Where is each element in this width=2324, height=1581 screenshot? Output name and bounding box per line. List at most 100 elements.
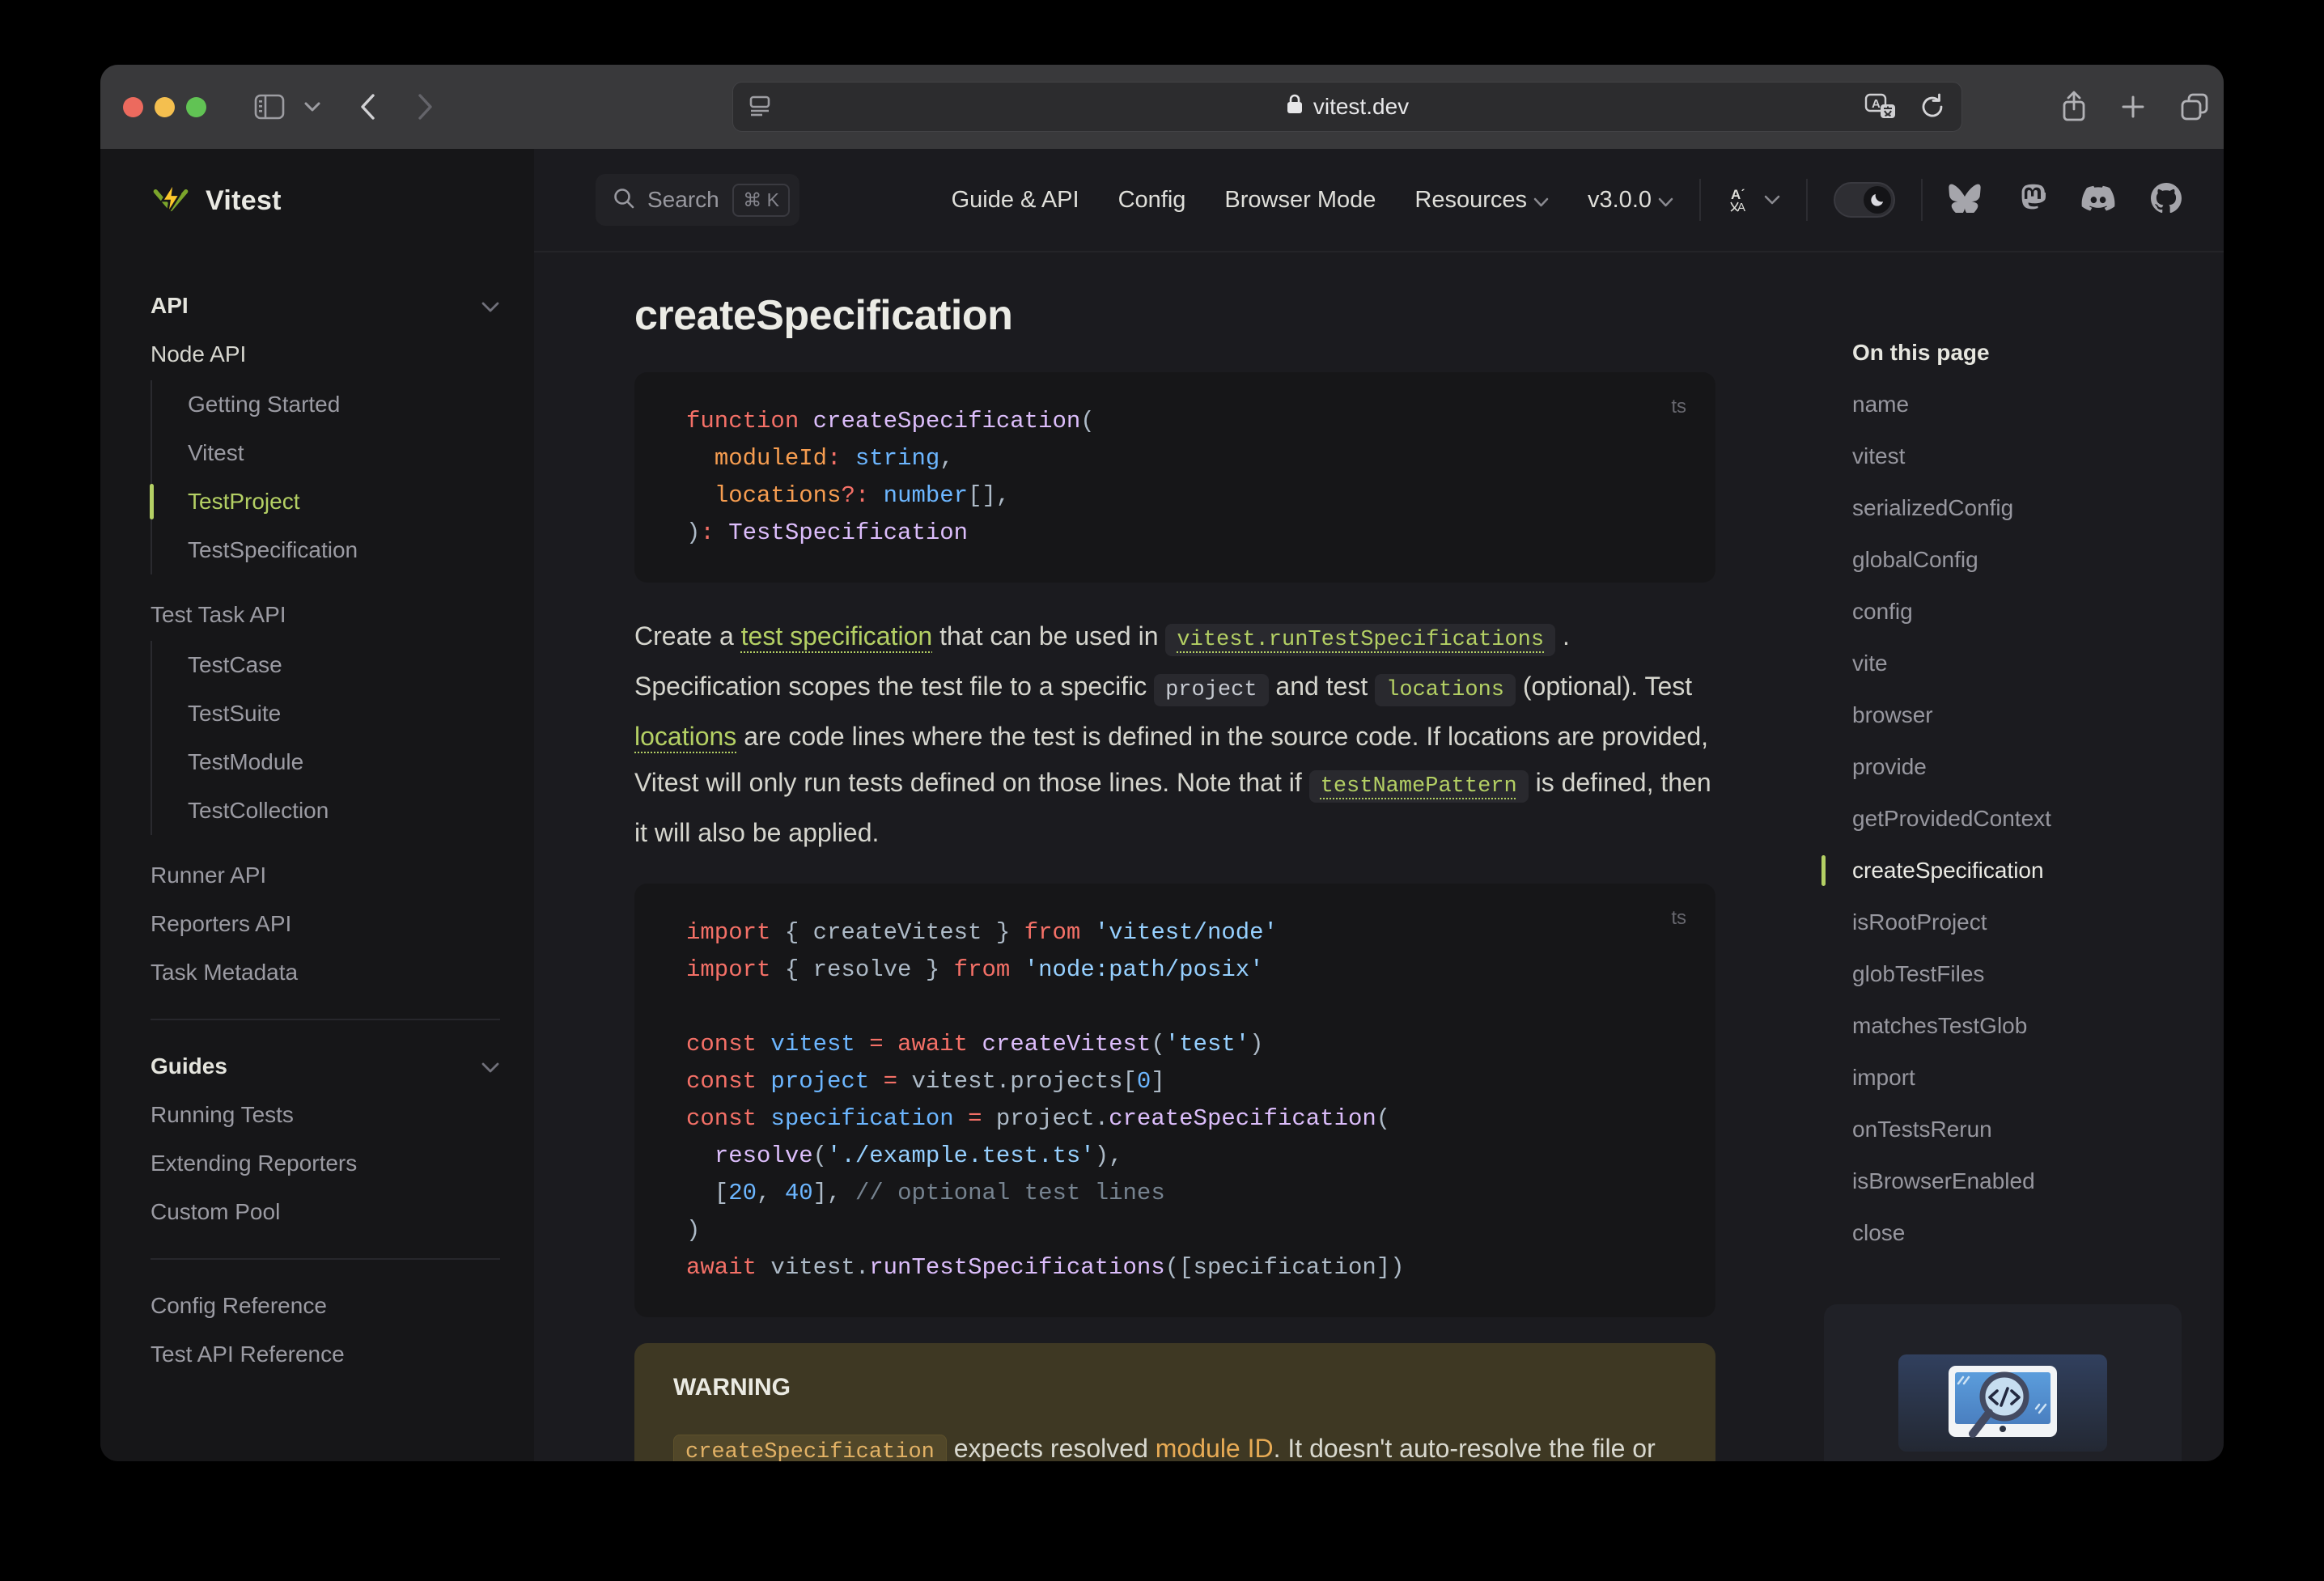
outline-item-vitest[interactable]: vitest: [1852, 430, 2195, 482]
bluesky-icon[interactable]: [1949, 184, 1981, 217]
code-line: const specification = project.createSpec…: [686, 1105, 1391, 1132]
back-button[interactable]: [358, 92, 376, 121]
outline-item-ontestsrerun[interactable]: onTestsRerun: [1852, 1104, 2195, 1155]
address-bar[interactable]: vitest.dev A: [732, 82, 1962, 132]
window-controls: [123, 96, 206, 117]
outline-item-name[interactable]: name: [1852, 379, 2195, 430]
outline-item-createspecification[interactable]: createSpecification: [1821, 845, 2195, 896]
sidebar-toggle-icon[interactable]: [253, 93, 286, 121]
outline-item-close[interactable]: close: [1852, 1207, 2195, 1259]
sidebar-item-getting-started[interactable]: Getting Started: [188, 380, 500, 429]
outline-title: On this page: [1852, 340, 1990, 365]
ad-banner-image: [1898, 1354, 2107, 1457]
github-icon[interactable]: [2151, 182, 2182, 218]
navbar-divider: [1806, 179, 1808, 221]
outline-item-globtestfiles[interactable]: globTestFiles: [1852, 948, 2195, 1000]
outline-item-import[interactable]: import: [1852, 1052, 2195, 1104]
code-line: locations?: number[],: [714, 482, 1011, 509]
tab-overview-icon[interactable]: [2178, 91, 2211, 123]
sidebar-item-testspecification[interactable]: TestSpecification: [188, 526, 500, 574]
browser-window: vitest.dev A Vitest API Node API Getting…: [100, 65, 2224, 1461]
close-window-button[interactable]: [123, 96, 143, 117]
sidebar-item-test-api-reference[interactable]: Test API Reference: [151, 1330, 500, 1379]
page-title: createSpecification: [634, 292, 1013, 339]
text-run: and test: [1268, 672, 1376, 701]
nav-dropdown-label: v3.0.0: [1588, 186, 1652, 213]
nav-links: Guide & API Config Browser Mode Resources v3…: [952, 187, 1673, 214]
outline-item-vite[interactable]: vite: [1852, 638, 2195, 689]
nav-dropdown-v3-0-0[interactable]: v3.0.0: [1588, 187, 1673, 214]
navbar-divider: [1921, 179, 1923, 221]
sidebar-item-node-api[interactable]: Node API: [151, 330, 500, 379]
sidebar-nav: API Node API Getting Started Vitest TestProj…: [100, 252, 534, 1379]
outline-item-config[interactable]: config: [1852, 586, 2195, 638]
navbar-divider: [1699, 179, 1701, 221]
nav-link-guide-api[interactable]: Guide & API: [952, 187, 1079, 214]
sidebar-item-vitest[interactable]: Vitest: [188, 429, 500, 477]
sidebar-item-testsuite[interactable]: TestSuite: [188, 689, 500, 738]
forward-button[interactable]: [417, 92, 435, 121]
inline-link[interactable]: module ID: [1156, 1434, 1274, 1461]
sidebar-item-reporters-api[interactable]: Reporters API: [151, 900, 500, 948]
reload-icon[interactable]: [1919, 93, 1945, 121]
nav-dropdown-resources[interactable]: Resources: [1414, 187, 1549, 214]
sidebar-item-config-reference[interactable]: Config Reference: [151, 1282, 500, 1330]
search-button[interactable]: Search ⌘ K: [596, 174, 799, 226]
sidebar-item-test-task-api[interactable]: Test Task API: [151, 591, 500, 639]
chevron-down-icon: [481, 293, 500, 319]
sidebar-item-runner-api[interactable]: Runner API: [151, 851, 500, 900]
outline: On this page name vitest serializedConfig g…: [1821, 252, 2195, 1461]
outline-item-provide[interactable]: provide: [1852, 741, 2195, 793]
brand[interactable]: Vitest: [100, 149, 534, 252]
code-line: import { resolve } from 'node:path/posix…: [686, 956, 1264, 983]
nav-link-config[interactable]: Config: [1118, 187, 1186, 214]
sidebar-section-guides[interactable]: Guides: [151, 1042, 500, 1091]
mastodon-icon[interactable]: [2017, 183, 2046, 218]
inline-link[interactable]: test specification: [741, 621, 933, 651]
browser-toolbar: vitest.dev A: [100, 65, 2224, 149]
inline-code: createSpecification: [673, 1435, 947, 1461]
ad-card[interactable]: [1824, 1304, 2182, 1461]
minimize-window-button[interactable]: [155, 96, 175, 117]
search-label: Search: [647, 187, 719, 212]
share-icon[interactable]: [2060, 90, 2088, 124]
translate-icon[interactable]: A: [1864, 92, 1897, 121]
sidebar-item-task-metadata[interactable]: Task Metadata: [151, 948, 500, 997]
sidebar-menu-chevron-icon[interactable]: [303, 101, 321, 112]
code-line: const vitest = await createVitest('test'…: [686, 1031, 1264, 1058]
reader-mode-icon[interactable]: [748, 94, 774, 118]
sidebar-item-extending-reporters[interactable]: Extending Reporters: [151, 1139, 500, 1188]
discord-icon[interactable]: [2081, 184, 2115, 216]
language-menu[interactable]: Aˊ A: [1727, 184, 1780, 215]
outline-item-matchestestglob[interactable]: matchesTestGlob: [1852, 1000, 2195, 1052]
sidebar-section-label: Guides: [151, 1053, 227, 1079]
code-lang-badge: ts: [1671, 907, 1686, 929]
inline-link[interactable]: locations: [634, 722, 736, 751]
new-tab-icon[interactable]: [2118, 92, 2148, 121]
sidebar-item-custom-pool[interactable]: Custom Pool: [151, 1188, 500, 1236]
outline-item-isrootproject[interactable]: isRootProject: [1852, 896, 2195, 948]
outline-item-serializedconfig[interactable]: serializedConfig: [1852, 482, 2195, 534]
sidebar-item-testcollection[interactable]: TestCollection: [188, 786, 500, 835]
inline-code-link[interactable]: vitest.runTestSpecifications: [1165, 624, 1556, 656]
outline-item-isbrowserenabled[interactable]: isBrowserEnabled: [1852, 1155, 2195, 1207]
zoom-window-button[interactable]: [186, 96, 206, 117]
chevron-down-icon: [1533, 187, 1549, 214]
outline-item-globalconfig[interactable]: globalConfig: [1852, 534, 2195, 586]
site-navbar: Search ⌘ K Guide & API Config Browser Mode…: [534, 149, 2224, 252]
divider-line: [151, 1019, 500, 1020]
inline-code-link[interactable]: testNamePattern: [1308, 770, 1529, 803]
sidebar-item-testproject[interactable]: TestProject: [150, 477, 500, 526]
outline-item-browser[interactable]: browser: [1852, 689, 2195, 741]
sidebar-section-api[interactable]: API: [151, 282, 500, 330]
sidebar-item-testcase[interactable]: TestCase: [188, 641, 500, 689]
sidebar-item-running-tests[interactable]: Running Tests: [151, 1091, 500, 1139]
nav-link-browser-mode[interactable]: Browser Mode: [1224, 187, 1376, 214]
code-line: resolve('./example.test.ts'),: [714, 1142, 1123, 1169]
sidebar-item-testmodule[interactable]: TestModule: [188, 738, 500, 786]
article: createSpecification ts function createSp…: [634, 252, 1715, 1461]
dark-mode-toggle[interactable]: [1834, 182, 1895, 218]
outline-item-getprovidedcontext[interactable]: getProvidedContext: [1852, 793, 2195, 845]
code-content: import { createVitest } from 'vitest/nod…: [686, 914, 1677, 1286]
text-run: (optional). Test: [1516, 672, 1693, 701]
